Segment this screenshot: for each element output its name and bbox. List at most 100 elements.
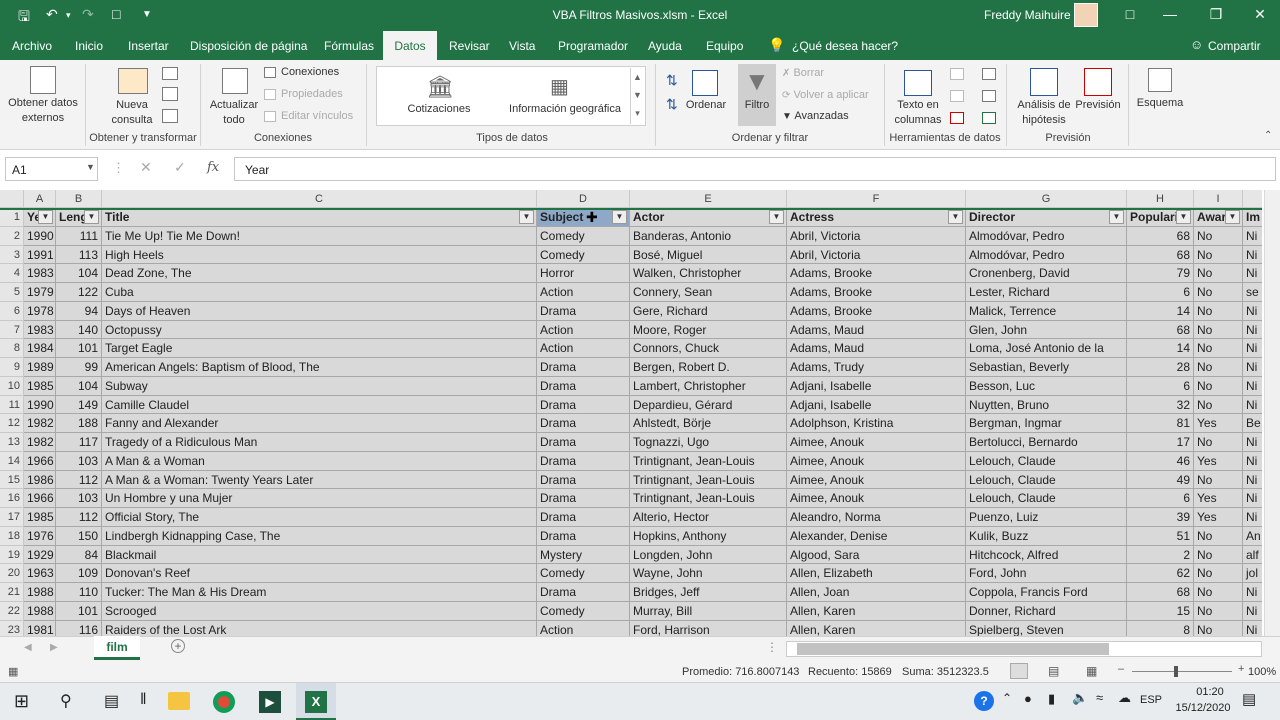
table-cell[interactable]: Lelouch, Claude [966,451,1127,471]
table-cell[interactable]: Loma, José Antonio de la [966,339,1127,358]
table-cell[interactable]: Adjani, Isabelle [787,376,966,396]
table-cell[interactable]: Horror [537,264,630,283]
table-cell[interactable]: Lindbergh Kidnapping Case, The [102,526,537,546]
table-cell[interactable]: 1983 [24,320,56,340]
column-header-b[interactable]: B [56,190,102,208]
what-if-button[interactable]: Análisis de hipótesis [1012,98,1076,128]
chrome-icon[interactable] [213,691,235,713]
table-cell[interactable]: Drama [537,526,630,546]
table-cell[interactable]: Tognazzi, Ugo [630,433,787,452]
gallery-scroll[interactable]: ▲ ▼ ▾ [630,68,644,124]
cloud-icon[interactable]: ☁ [1118,690,1131,706]
enter-icon[interactable]: ✓ [174,159,186,176]
table-cell[interactable]: Coppola, Francis Ford [966,583,1127,602]
row-header[interactable]: 20 [0,564,24,583]
outline-button[interactable]: Esquema [1132,96,1188,111]
clock-time[interactable]: 01:20 [1184,686,1236,698]
sort-button[interactable]: Ordenar [684,98,728,113]
table-cell[interactable]: Be [1243,414,1262,433]
table-cell[interactable]: Drama [537,358,630,377]
table-cell[interactable]: 8 [1127,620,1194,636]
table-cell[interactable]: Comedy [537,226,630,246]
properties-button[interactable]: Propiedades [281,87,343,102]
filter-dropdown-icon[interactable]: ▼ [1176,210,1191,224]
table-cell[interactable]: Ni [1243,245,1262,265]
filter-dropdown-icon[interactable]: ▼ [1225,210,1240,224]
language-indicator[interactable]: ESP [1140,694,1162,706]
table-cell[interactable]: Nuytten, Bruno [966,395,1127,415]
table-cell[interactable]: No [1194,601,1243,621]
tab-formulas[interactable]: Fórmulas [324,39,374,53]
reapply-button[interactable]: ⟳ Volver a aplicar [782,88,869,103]
close-icon[interactable]: ✕ [1250,6,1270,23]
table-cell[interactable]: Action [537,620,630,636]
name-box-dropdown-icon[interactable]: ▼ [86,162,95,172]
table-cell[interactable]: Cronenberg, David [966,264,1127,283]
table-cell[interactable]: Drama [537,414,630,433]
table-cell[interactable]: 6 [1127,283,1194,302]
table-cell[interactable]: Adams, Trudy [787,358,966,377]
consolidate-icon[interactable] [982,68,996,80]
table-cell[interactable]: 84 [56,545,102,565]
table-cell[interactable]: Donovan's Reef [102,564,537,583]
app-icon[interactable]: ▶ [259,691,281,713]
filter-dropdown-icon[interactable]: ▼ [769,210,784,224]
table-cell[interactable]: 79 [1127,264,1194,283]
table-cell[interactable]: Drama [537,301,630,321]
table-cell[interactable]: 68 [1127,583,1194,602]
table-cell[interactable]: American Angels: Baptism of Blood, The [102,358,537,377]
table-cell[interactable]: Action [537,339,630,358]
header-cell[interactable]: Im [1243,208,1262,227]
avatar[interactable] [1074,3,1098,27]
table-cell[interactable]: No [1194,339,1243,358]
column-header-f[interactable]: F [787,190,966,208]
relationships-icon[interactable] [982,90,996,102]
table-cell[interactable]: Lambert, Christopher [630,376,787,396]
table-cell[interactable]: No [1194,470,1243,490]
table-cell[interactable]: Raiders of the Lost Ark [102,620,537,636]
row-header[interactable]: 16 [0,489,24,508]
table-cell[interactable]: 150 [56,526,102,546]
table-cell[interactable]: Moore, Roger [630,320,787,340]
header-cell[interactable]: Title ▼ [102,208,537,227]
table-cell[interactable]: Bosé, Miguel [630,245,787,265]
clear-filter-button[interactable]: ✗ Borrar [782,66,824,81]
row-header[interactable]: 9 [0,358,24,377]
table-cell[interactable]: 110 [56,583,102,602]
notifications-icon[interactable]: ▤ [1242,690,1256,708]
table-cell[interactable]: Wayne, John [630,564,787,583]
wifi-icon[interactable]: ≈ [1096,690,1103,705]
table-cell[interactable]: 1981 [24,620,56,636]
table-cell[interactable]: Ni [1243,470,1262,490]
table-cell[interactable]: Donner, Richard [966,601,1127,621]
table-cell[interactable]: Drama [537,489,630,508]
tab-equipo[interactable]: Equipo [706,39,743,53]
table-cell[interactable]: Lelouch, Claude [966,470,1127,490]
table-cell[interactable]: 1989 [24,358,56,377]
table-cell[interactable]: Hitchcock, Alfred [966,545,1127,565]
table-cell[interactable]: 46 [1127,451,1194,471]
prev-sheet-icon[interactable]: ◀ [24,642,32,653]
table-cell[interactable]: No [1194,320,1243,340]
flash-fill-icon[interactable] [950,68,964,80]
table-cell[interactable]: No [1194,526,1243,546]
row-header[interactable]: 2 [0,226,24,246]
table-cell[interactable]: 6 [1127,489,1194,508]
table-cell[interactable]: 103 [56,451,102,471]
table-cell[interactable]: 188 [56,414,102,433]
table-cell[interactable]: 104 [56,376,102,396]
row-header[interactable]: 21 [0,583,24,602]
recent-sources-icon[interactable] [162,109,178,123]
table-cell[interactable]: Ni [1243,376,1262,396]
help-icon[interactable]: ? [974,691,994,711]
sheet-tab-film[interactable]: film [94,636,140,660]
table-cell[interactable]: Longden, John [630,545,787,565]
header-cell[interactable]: Awar ▼ [1194,208,1243,227]
table-cell[interactable]: 94 [56,301,102,321]
refresh-all-button[interactable]: Actualizar todo [204,98,264,128]
table-cell[interactable]: 111 [56,226,102,246]
table-cell[interactable]: 1979 [24,283,56,302]
table-cell[interactable]: Bergman, Ingmar [966,414,1127,433]
row-header[interactable]: 23 [0,620,24,636]
table-cell[interactable]: A Man & a Woman [102,451,537,471]
